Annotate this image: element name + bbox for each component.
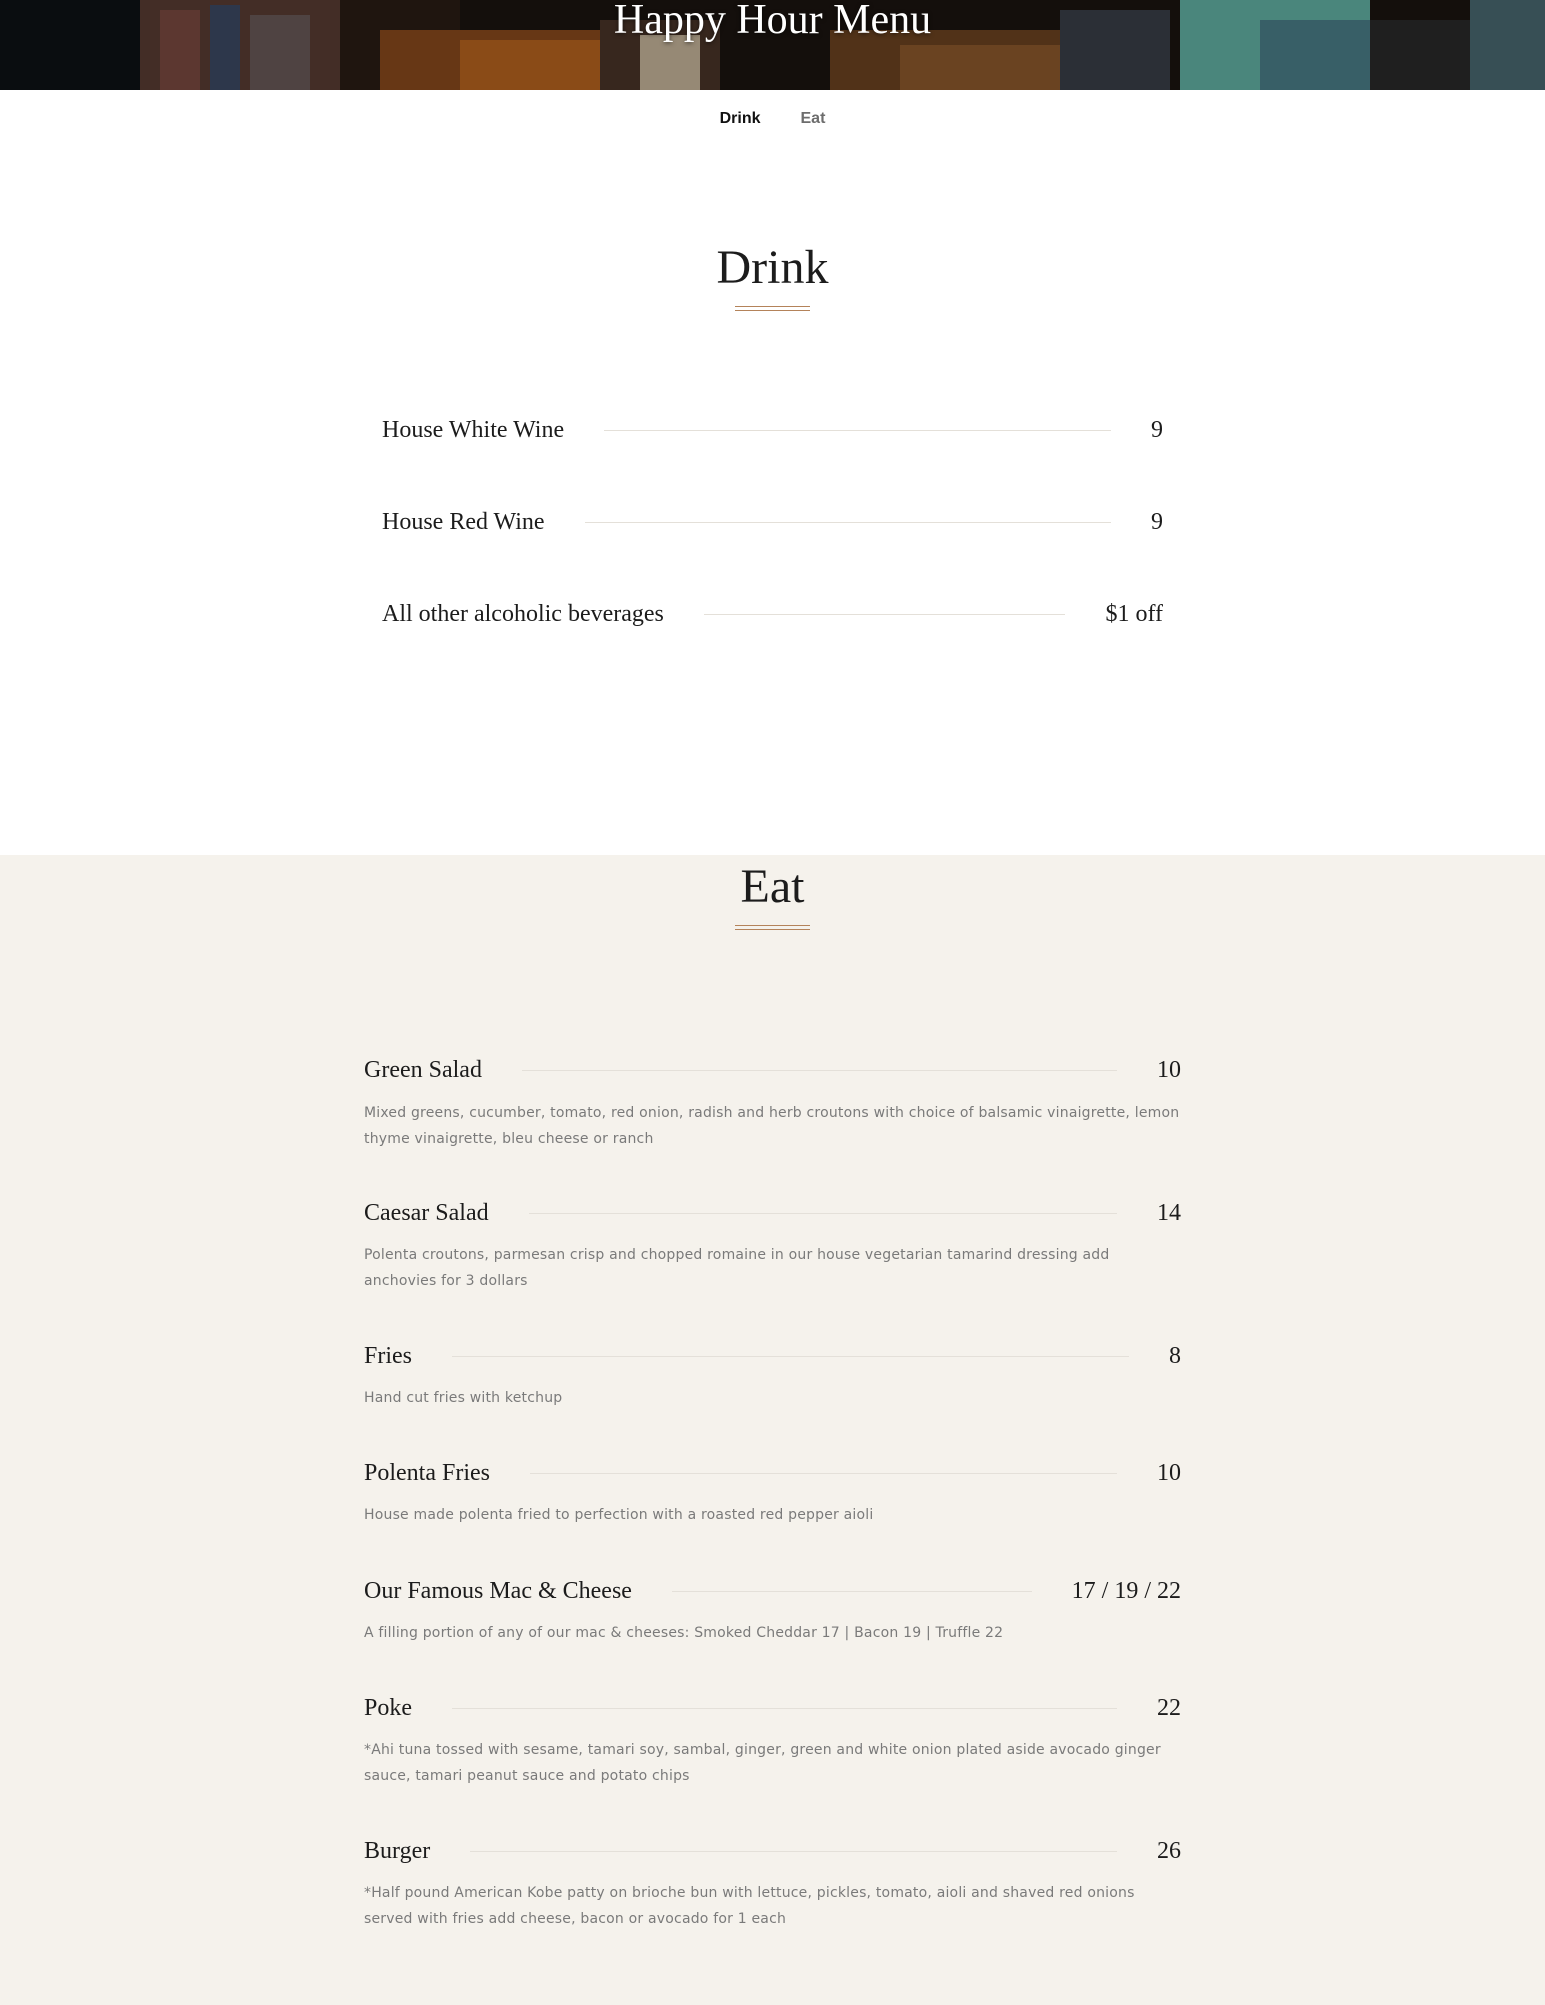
menu-item-name: Poke xyxy=(364,1695,412,1721)
menu-item-description: House made polenta fried to perfection w… xyxy=(364,1507,874,1523)
menu-item-row: Green Salad 10 xyxy=(364,1057,1181,1084)
menu-item-price: 14 xyxy=(1157,1200,1181,1226)
eat-section xyxy=(0,855,1545,2005)
menu-item-name: All other alcoholic beverages xyxy=(382,601,664,627)
menu-item-description: Hand cut fries with ketchup xyxy=(364,1390,563,1406)
menu-item-name: House Red Wine xyxy=(382,509,545,535)
hero-banner: Happy Hour Menu xyxy=(0,0,1545,90)
page-title: Happy Hour Menu xyxy=(613,0,932,43)
menu-item-description: *Ahi tuna tossed with sesame, tamari soy… xyxy=(364,1742,1161,1784)
dotted-leader xyxy=(528,1213,1117,1214)
tab-eat[interactable]: Eat xyxy=(801,110,826,140)
menu-tabs: Drink Eat xyxy=(0,110,1545,140)
menu-item-price: $1 off xyxy=(1105,601,1163,627)
menu-item-price: 9 xyxy=(1151,417,1163,443)
menu-item-description: *Half pound American Kobe patty on brioc… xyxy=(364,1885,1135,1927)
menu-item-row: All other alcoholic beverages $1 off xyxy=(382,601,1163,628)
menu-item-row: Poke 22 xyxy=(364,1695,1181,1722)
dotted-leader xyxy=(584,522,1111,523)
dotted-leader xyxy=(470,1851,1117,1852)
menu-item-row: Burger 26 xyxy=(364,1838,1181,1865)
menu-item-price: 9 xyxy=(1151,509,1163,535)
menu-item-name: House White Wine xyxy=(382,417,565,443)
dotted-leader xyxy=(530,1473,1117,1474)
dotted-leader xyxy=(521,1070,1117,1071)
menu-item-row: House White Wine 9 xyxy=(382,417,1163,444)
menu-item-price: 10 xyxy=(1157,1057,1181,1083)
eat-section-title: Eat xyxy=(740,860,805,913)
menu-item-name: Polenta Fries xyxy=(364,1460,490,1486)
menu-item-description: Mixed greens, cucumber, tomato, red onio… xyxy=(364,1105,1180,1147)
drink-title-rule xyxy=(735,306,810,311)
tab-drink[interactable]: Drink xyxy=(720,110,761,140)
menu-item-description: A filling portion of any of our mac & ch… xyxy=(364,1625,1004,1641)
menu-item-row: Polenta Fries 10 xyxy=(364,1460,1181,1487)
menu-item-name: Green Salad xyxy=(364,1057,482,1083)
drink-section-title: Drink xyxy=(716,241,829,294)
dotted-leader xyxy=(703,614,1066,615)
menu-item-row: Fries 8 xyxy=(364,1343,1181,1370)
dotted-leader xyxy=(671,1591,1032,1592)
menu-item-name: Caesar Salad xyxy=(364,1200,489,1226)
menu-item-name: Our Famous Mac & Cheese xyxy=(364,1578,632,1604)
menu-item-name: Fries xyxy=(364,1343,412,1369)
menu-item-price: 26 xyxy=(1157,1838,1181,1864)
menu-item-row: Our Famous Mac & Cheese 17 / 19 / 22 xyxy=(364,1578,1181,1605)
menu-item-row: House Red Wine 9 xyxy=(382,509,1163,536)
dotted-leader xyxy=(452,1356,1129,1357)
dotted-leader xyxy=(452,1708,1117,1709)
menu-item-price: 17 / 19 / 22 xyxy=(1071,1578,1181,1604)
menu-item-name: Burger xyxy=(364,1838,431,1864)
menu-item-price: 8 xyxy=(1169,1343,1181,1369)
menu-item-price: 22 xyxy=(1157,1695,1181,1721)
menu-item-row: Caesar Salad 14 xyxy=(364,1200,1181,1227)
menu-item-price: 10 xyxy=(1157,1460,1181,1486)
menu-item-description: Polenta croutons, parmesan crisp and cho… xyxy=(364,1247,1110,1289)
eat-title-rule xyxy=(735,925,810,930)
dotted-leader xyxy=(604,430,1111,431)
